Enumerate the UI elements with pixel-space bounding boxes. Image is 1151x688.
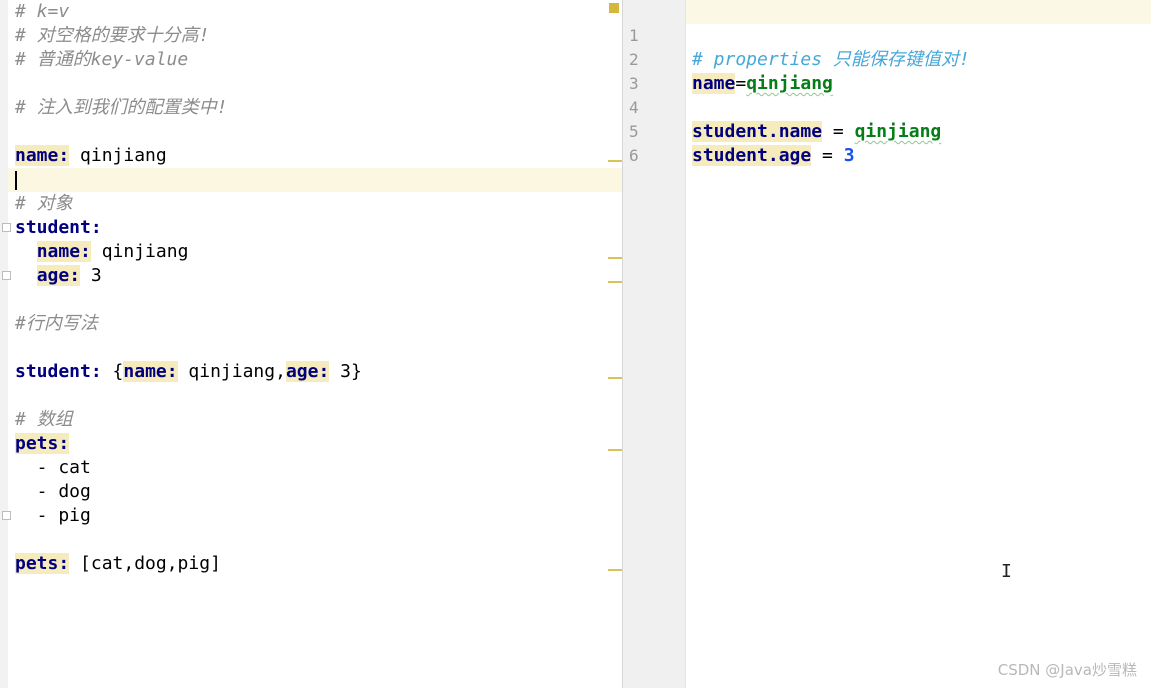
yaml-list-item: - pig	[15, 505, 91, 526]
properties-separator: =	[811, 145, 844, 166]
yaml-value: qinjiang	[90, 241, 189, 262]
properties-editor-pane[interactable]: 1 # properties 只能保存键值对! 2 name=qinjiang …	[623, 0, 1151, 688]
yaml-value: qinjiang	[69, 145, 167, 166]
code-line[interactable]: # 数组	[0, 408, 622, 432]
yaml-comment: # 数组	[15, 409, 73, 430]
yaml-value: 3	[80, 265, 102, 286]
yaml-value: [cat,dog,pig]	[69, 553, 221, 574]
fold-marker-icon[interactable]	[2, 223, 11, 232]
code-line[interactable]: #行内写法	[0, 312, 622, 336]
error-stripe-mark[interactable]	[608, 569, 622, 571]
yaml-key: name:	[36, 241, 91, 262]
yaml-value: 3}	[329, 361, 362, 382]
error-stripe-mark[interactable]	[608, 281, 622, 283]
watermark: CSDN @Java炒雪糕	[997, 661, 1137, 679]
properties-key: student.age	[692, 145, 812, 166]
code-line[interactable]: 4 student.name = qinjiang	[623, 72, 1151, 142]
yaml-key: pets:	[15, 553, 70, 574]
code-line[interactable]: - pig	[0, 504, 622, 528]
code-line[interactable]: # 对空格的要求十分高!	[0, 24, 622, 48]
code-line[interactable]: name: qinjiang	[0, 144, 622, 168]
code-line[interactable]: 6	[623, 120, 1151, 165]
code-line[interactable]: 1 # properties 只能保存键值对!	[623, 0, 1151, 70]
yaml-comment: # 普通的key-value	[15, 49, 189, 70]
code-line[interactable]: name: qinjiang	[0, 240, 622, 264]
code-line[interactable]: # k=v	[0, 0, 622, 24]
yaml-comment: # k=v	[15, 1, 70, 22]
yaml-comment: # 对空格的要求十分高!	[15, 25, 210, 46]
yaml-comment: # 对象	[15, 193, 73, 214]
current-line-highlight	[8, 168, 622, 192]
code-line[interactable]: - cat	[0, 456, 622, 480]
code-line[interactable]: # 普通的key-value	[0, 48, 622, 72]
code-line[interactable]: # 注入到我们的配置类中!	[0, 96, 622, 120]
yaml-key: age:	[285, 361, 330, 382]
line-number: 6	[629, 146, 639, 165]
error-stripe-mark[interactable]	[608, 160, 622, 162]
code-line[interactable]: student: {name: qinjiang,age: 3}	[0, 360, 622, 384]
yaml-key: age:	[36, 265, 81, 286]
yaml-value: {	[101, 361, 124, 382]
error-stripe-mark[interactable]	[608, 449, 622, 451]
code-line[interactable]: 2 name=qinjiang	[623, 24, 1151, 94]
error-stripe-mark[interactable]	[608, 257, 622, 259]
yaml-value: qinjiang,	[177, 361, 286, 382]
yaml-key: student:	[15, 217, 102, 238]
text-caret	[15, 171, 17, 190]
fold-marker-icon[interactable]	[2, 271, 11, 280]
yaml-list-item: - dog	[15, 481, 91, 502]
code-line[interactable]: 5 student.age = 3	[623, 96, 1151, 166]
yaml-list-item: - cat	[15, 457, 91, 478]
yaml-key: student:	[15, 361, 102, 382]
code-line[interactable]: - dog	[0, 480, 622, 504]
error-stripe-mark[interactable]	[608, 377, 622, 379]
yaml-key: pets:	[15, 433, 70, 454]
code-line[interactable]: # 对象	[0, 192, 622, 216]
properties-number-value: 3	[843, 145, 855, 166]
warning-marker-icon[interactable]	[609, 3, 619, 13]
code-line[interactable]: 3	[623, 48, 1151, 93]
yaml-comment: #行内写法	[15, 313, 98, 334]
yaml-key: name:	[15, 145, 70, 166]
code-line[interactable]: pets: [cat,dog,pig]	[0, 552, 622, 576]
code-line[interactable]: age: 3	[0, 264, 622, 288]
text-cursor-icon: I	[1001, 561, 1012, 582]
code-line[interactable]: student:	[0, 216, 622, 240]
yaml-key: name:	[123, 361, 178, 382]
yaml-editor-pane[interactable]: # k=v # 对空格的要求十分高! # 普通的key-value # 注入到我…	[0, 0, 623, 688]
code-line[interactable]: pets:	[0, 432, 622, 456]
fold-marker-icon[interactable]	[2, 511, 11, 520]
yaml-comment: # 注入到我们的配置类中!	[15, 97, 228, 118]
